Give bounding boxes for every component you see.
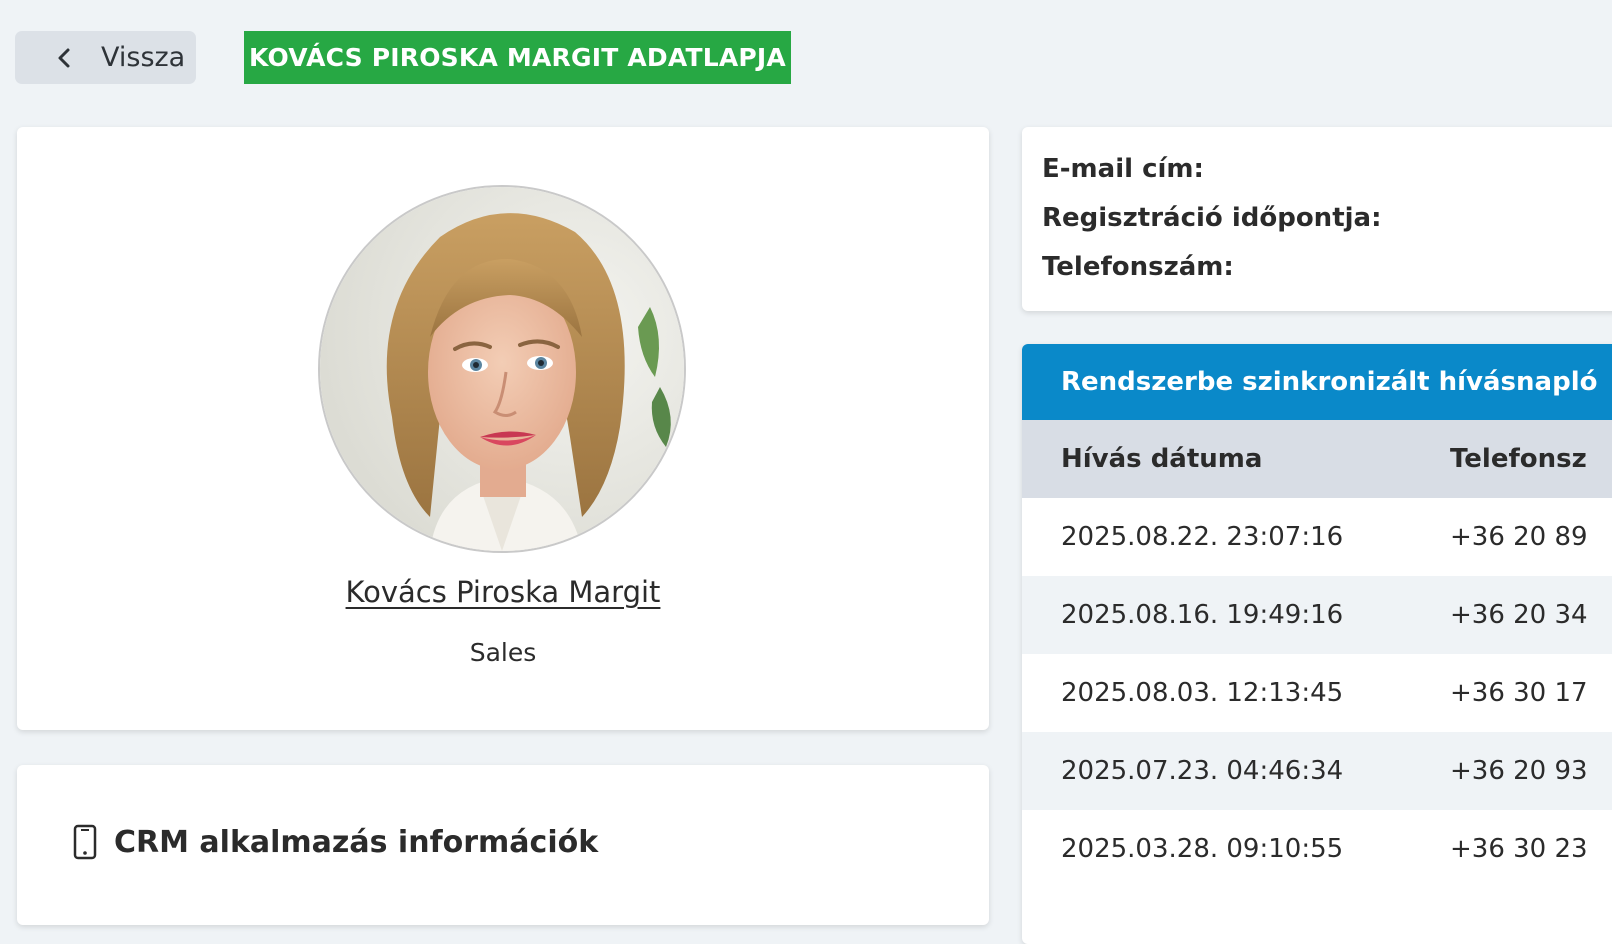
call-phone-cell: +36 20 89: [1450, 522, 1588, 552]
call-log-card: Rendszerbe szinkronizált hívásnapló Hívá…: [1022, 344, 1612, 944]
registration-label: Regisztráció időpontja:: [1042, 203, 1382, 233]
avatar-portrait: [320, 187, 684, 551]
top-bar: Vissza KOVÁCS PIROSKA MARGIT ADATLAPJA: [0, 0, 1612, 110]
call-date-cell: 2025.08.03. 12:13:45: [1061, 678, 1344, 708]
table-row[interactable]: 2025.08.22. 23:07:16 +36 20 89: [1022, 498, 1612, 576]
call-phone-cell: +36 20 93: [1450, 756, 1588, 786]
table-row[interactable]: 2025.08.16. 19:49:16 +36 20 34: [1022, 576, 1612, 654]
call-phone-cell: +36 30 17: [1450, 678, 1588, 708]
crm-info-title-text: CRM alkalmazás információk: [114, 824, 599, 860]
call-log-title: Rendszerbe szinkronizált hívásnapló: [1022, 344, 1612, 420]
chevron-left-icon: [58, 48, 70, 67]
page-title: KOVÁCS PIROSKA MARGIT ADATLAPJA: [244, 31, 791, 84]
back-button-label: Vissza: [101, 42, 186, 73]
table-row[interactable]: 2025.08.03. 12:13:45 +36 30 17: [1022, 654, 1612, 732]
call-log-table-header: Hívás dátuma Telefonsz: [1022, 420, 1612, 498]
column-header-phone[interactable]: Telefonsz: [1450, 420, 1587, 498]
email-label: E-mail cím:: [1042, 154, 1204, 184]
back-button[interactable]: Vissza: [15, 31, 196, 84]
call-date-cell: 2025.07.23. 04:46:34: [1061, 756, 1344, 786]
column-header-call-date[interactable]: Hívás dátuma: [1061, 420, 1262, 498]
phone-label: Telefonszám:: [1042, 252, 1234, 282]
crm-info-title: CRM alkalmazás információk: [72, 824, 598, 860]
mobile-phone-icon: [73, 824, 97, 860]
call-phone-cell: +36 30 23: [1450, 834, 1588, 864]
profile-name-link[interactable]: Kovács Piroska Margit: [17, 575, 989, 609]
call-date-cell: 2025.08.22. 23:07:16: [1061, 522, 1344, 552]
call-date-cell: 2025.08.16. 19:49:16: [1061, 600, 1344, 630]
table-row[interactable]: 2025.07.23. 04:46:34 +36 20 93: [1022, 732, 1612, 810]
avatar: [318, 185, 686, 553]
call-date-cell: 2025.03.28. 09:10:55: [1061, 834, 1344, 864]
call-phone-cell: +36 20 34: [1450, 600, 1588, 630]
table-row[interactable]: 2025.03.28. 09:10:55 +36 30 23: [1022, 810, 1612, 888]
profile-role: Sales: [469, 638, 537, 667]
